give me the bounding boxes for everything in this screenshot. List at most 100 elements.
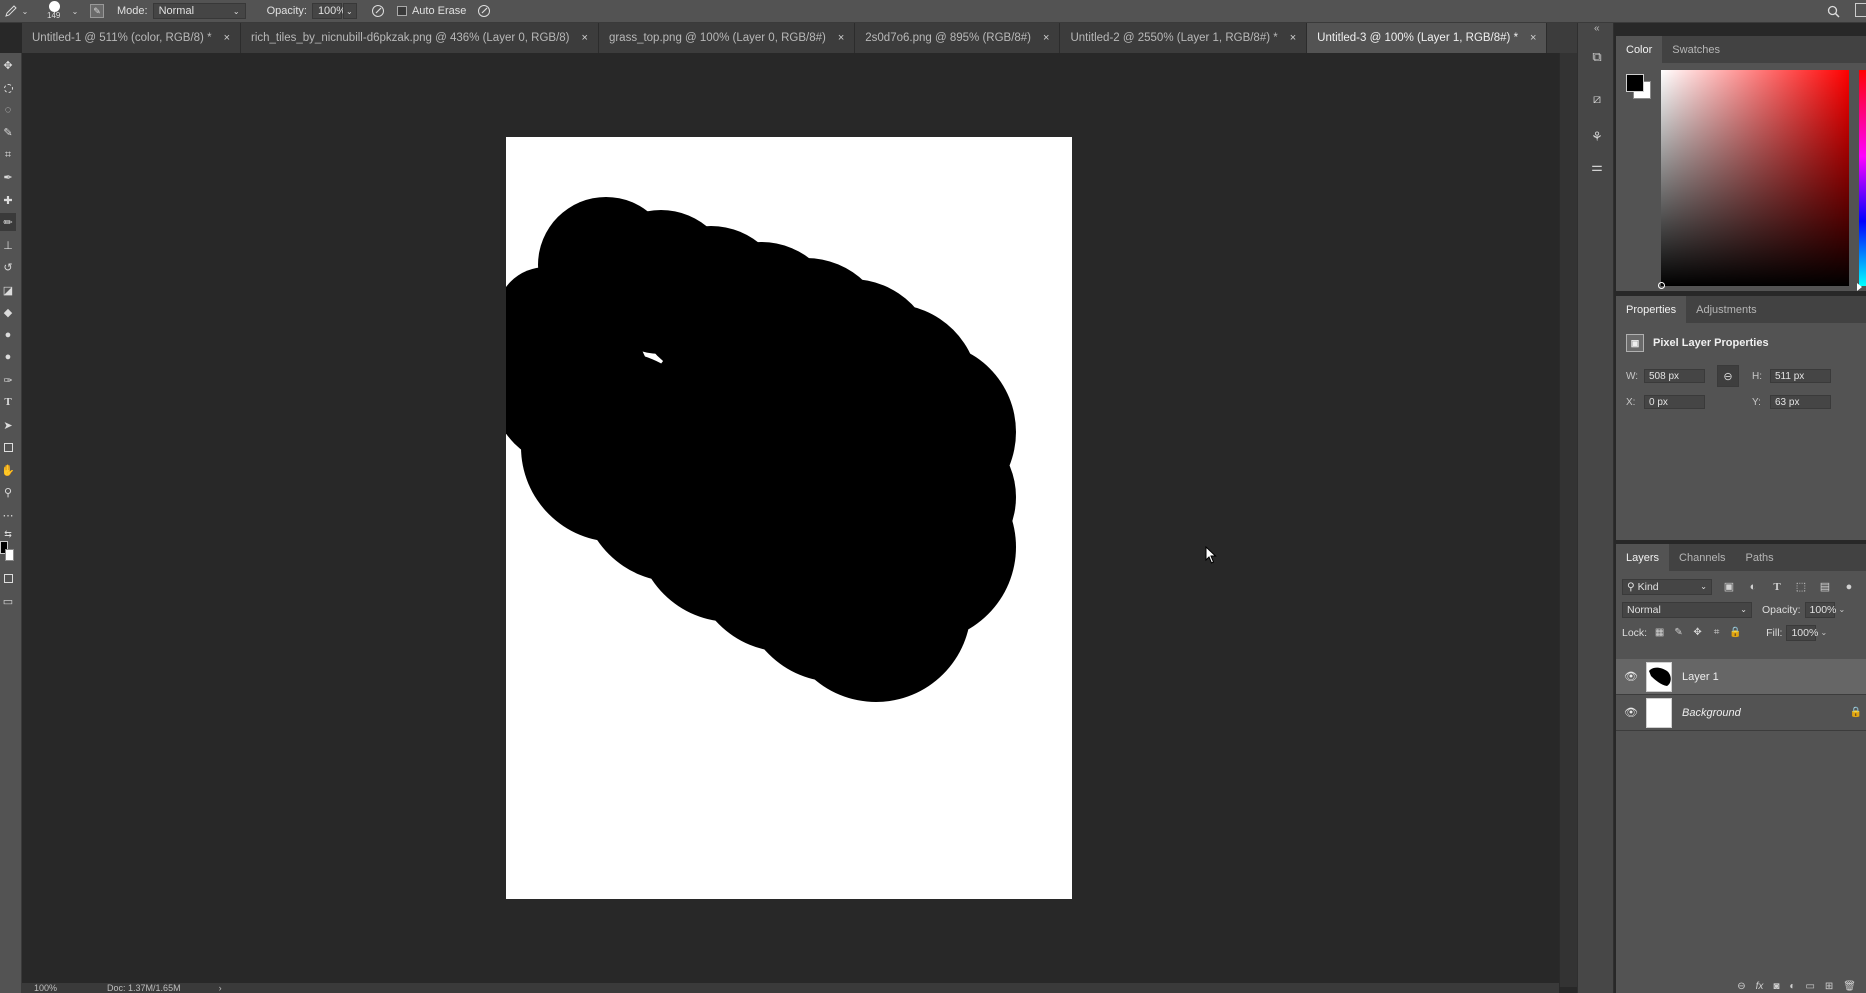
auto-erase-option[interactable]: Auto Erase xyxy=(396,0,471,23)
marquee-tool-icon[interactable] xyxy=(0,79,16,97)
eraser-tool-icon[interactable]: ◪ xyxy=(0,281,16,299)
clone-source-panel-icon[interactable]: ⧄ xyxy=(1587,89,1607,109)
shape-filter-icon[interactable]: ⬚ xyxy=(1794,580,1808,594)
auto-erase-checkbox[interactable] xyxy=(396,6,407,16)
type-filter-icon[interactable]: T xyxy=(1770,580,1784,594)
lock-position-icon[interactable]: ✥ xyxy=(1691,626,1704,639)
chevron-down-icon[interactable]: ⌄ xyxy=(1839,605,1846,614)
lock-image-icon[interactable]: ✎ xyxy=(1672,626,1685,639)
close-icon[interactable]: × xyxy=(582,32,588,44)
adjustment-filter-icon[interactable]: ◐ xyxy=(1746,580,1760,594)
opacity-slider-toggle[interactable]: ⌄ xyxy=(342,3,357,19)
zoom-tool-icon[interactable]: ⚲ xyxy=(0,483,16,501)
lock-artboard-icon[interactable]: ⌗ xyxy=(1710,626,1723,639)
clone-stamp-tool-icon[interactable]: ⊥ xyxy=(0,236,16,254)
brush-settings-icon[interactable]: ✎ xyxy=(90,4,104,18)
close-icon[interactable]: × xyxy=(224,32,230,44)
y-field[interactable]: 63 px xyxy=(1770,395,1831,409)
screen-mode-icon[interactable]: ▭ xyxy=(0,592,16,610)
type-tool-icon[interactable]: T xyxy=(0,393,16,411)
add-mask-icon[interactable]: ◙ xyxy=(1773,981,1779,992)
layer-row-layer-1[interactable]: 👁 Layer 1 xyxy=(1616,659,1866,695)
tab-properties[interactable]: Properties xyxy=(1616,296,1687,323)
blend-mode-select[interactable]: Normal ⌄ xyxy=(1622,601,1752,618)
new-layer-icon[interactable]: ⊞ xyxy=(1825,981,1833,992)
pressure-opacity-icon[interactable] xyxy=(369,2,387,20)
healing-brush-tool-icon[interactable]: ✚ xyxy=(0,191,16,209)
doc-size-info[interactable]: Doc: 1.37M/1.65M xyxy=(107,983,181,993)
collapse-panels-icon[interactable]: « xyxy=(1594,23,1600,34)
document-tab[interactable]: Untitled-2 @ 2550% (Layer 1, RGB/8#) * × xyxy=(1060,23,1308,53)
link-layers-icon[interactable]: ⊖ xyxy=(1737,981,1745,992)
document-tab[interactable]: grass_top.png @ 100% (Layer 0, RGB/8#) × xyxy=(598,23,856,53)
tab-color[interactable]: Color xyxy=(1616,36,1663,63)
fill-field[interactable]: 100% xyxy=(1786,624,1818,641)
width-field[interactable]: 508 px xyxy=(1644,369,1705,383)
close-icon[interactable]: × xyxy=(1530,32,1536,44)
document-canvas[interactable] xyxy=(506,137,1072,899)
crop-tool-icon[interactable]: ⌗ xyxy=(0,146,16,164)
visibility-eye-icon[interactable]: 👁 xyxy=(1616,706,1646,719)
link-icon[interactable]: ⊖ xyxy=(1717,365,1739,387)
eyedropper-tool-icon[interactable]: ✒ xyxy=(0,168,16,186)
history-brush-tool-icon[interactable]: ↺ xyxy=(0,258,16,276)
color-picker-field[interactable] xyxy=(1661,70,1849,286)
vertical-scrollbar[interactable] xyxy=(1559,53,1577,987)
hue-slider[interactable] xyxy=(1859,70,1866,286)
new-group-icon[interactable]: ▭ xyxy=(1805,981,1814,992)
dodge-tool-icon[interactable]: ● xyxy=(0,348,16,366)
workspace-switcher-icon[interactable] xyxy=(1855,3,1866,17)
layer-row-background[interactable]: 👁 Background 🔒 xyxy=(1616,695,1866,731)
more-tools-icon[interactable]: ⋯ xyxy=(0,506,16,524)
height-field[interactable]: 511 px xyxy=(1770,369,1831,383)
chevron-right-icon[interactable]: › xyxy=(219,983,222,993)
pen-tool-icon[interactable]: ✑ xyxy=(0,371,16,389)
background-color-swatch[interactable] xyxy=(5,549,14,561)
close-icon[interactable]: × xyxy=(838,32,844,44)
brush-preset-picker[interactable]: 149 xyxy=(40,0,70,23)
lock-all-icon[interactable]: 🔒 xyxy=(1729,626,1742,639)
color-picker-handle[interactable] xyxy=(1658,282,1665,289)
document-tab[interactable]: Untitled-3 @ 100% (Layer 1, RGB/8#) * × xyxy=(1307,23,1548,53)
pressure-size-icon[interactable] xyxy=(475,2,493,20)
move-tool-icon[interactable]: ✥ xyxy=(0,56,16,74)
tab-adjustments[interactable]: Adjustments xyxy=(1686,296,1767,323)
x-field[interactable]: 0 px xyxy=(1644,395,1705,409)
lasso-tool-icon[interactable]: ◌ xyxy=(0,101,16,119)
tab-swatches[interactable]: Swatches xyxy=(1662,36,1730,63)
filter-toggle-icon[interactable]: ● xyxy=(1842,580,1856,594)
document-tab[interactable]: 2s0d7o6.png @ 895% (RGB/8#) × xyxy=(855,23,1061,53)
layer-opacity-field[interactable]: 100% xyxy=(1804,601,1836,618)
layer-style-icon[interactable]: fx xyxy=(1756,981,1764,992)
zoom-level[interactable]: 100% xyxy=(34,983,57,993)
quick-selection-tool-icon[interactable]: ✎ xyxy=(0,123,16,141)
search-icon[interactable] xyxy=(1824,2,1842,20)
pixel-filter-icon[interactable]: ▣ xyxy=(1722,580,1736,594)
document-tab[interactable]: Untitled-1 @ 511% (color, RGB/8) * × xyxy=(22,23,241,53)
document-tab[interactable]: rich_tiles_by_nicnubill-d6pkzak.png @ 43… xyxy=(241,23,599,53)
rectangle-tool-icon[interactable] xyxy=(0,438,16,456)
pencil-tool-icon[interactable]: ✏ xyxy=(0,213,16,231)
chevron-down-icon[interactable]: ⌄ xyxy=(1820,628,1827,637)
opacity-input[interactable]: 100% xyxy=(311,3,346,19)
adjustment-layer-icon[interactable]: ◐ xyxy=(1789,981,1795,992)
brush-panel-icon[interactable]: ⚘ xyxy=(1587,127,1607,147)
delete-layer-icon[interactable]: 🗑 xyxy=(1843,981,1856,992)
smart-object-filter-icon[interactable]: ▤ xyxy=(1818,580,1832,594)
quick-mask-icon[interactable] xyxy=(0,569,16,587)
chevron-down-icon[interactable]: ⌄ xyxy=(70,2,80,20)
brush-settings-panel-icon[interactable]: ⚌ xyxy=(1587,157,1607,177)
foreground-color-swatch[interactable] xyxy=(1626,74,1644,92)
visibility-eye-icon[interactable]: 👁 xyxy=(1616,670,1646,683)
pencil-tool-icon[interactable] xyxy=(2,2,20,20)
history-panel-icon[interactable]: ⧉ xyxy=(1587,47,1607,67)
paint-bucket-tool-icon[interactable]: ◆ xyxy=(0,303,16,321)
tab-layers[interactable]: Layers xyxy=(1616,544,1670,571)
hand-tool-icon[interactable]: ✋ xyxy=(0,461,16,479)
mode-select[interactable]: Normal ⌄ xyxy=(152,3,246,19)
layer-filter-select[interactable]: ⚲ Kind ⌄ xyxy=(1622,578,1712,595)
chevron-down-icon[interactable]: ⌄ xyxy=(20,2,30,20)
tab-paths[interactable]: Paths xyxy=(1736,544,1784,571)
close-icon[interactable]: × xyxy=(1043,32,1049,44)
hue-slider-handle[interactable] xyxy=(1857,283,1862,291)
